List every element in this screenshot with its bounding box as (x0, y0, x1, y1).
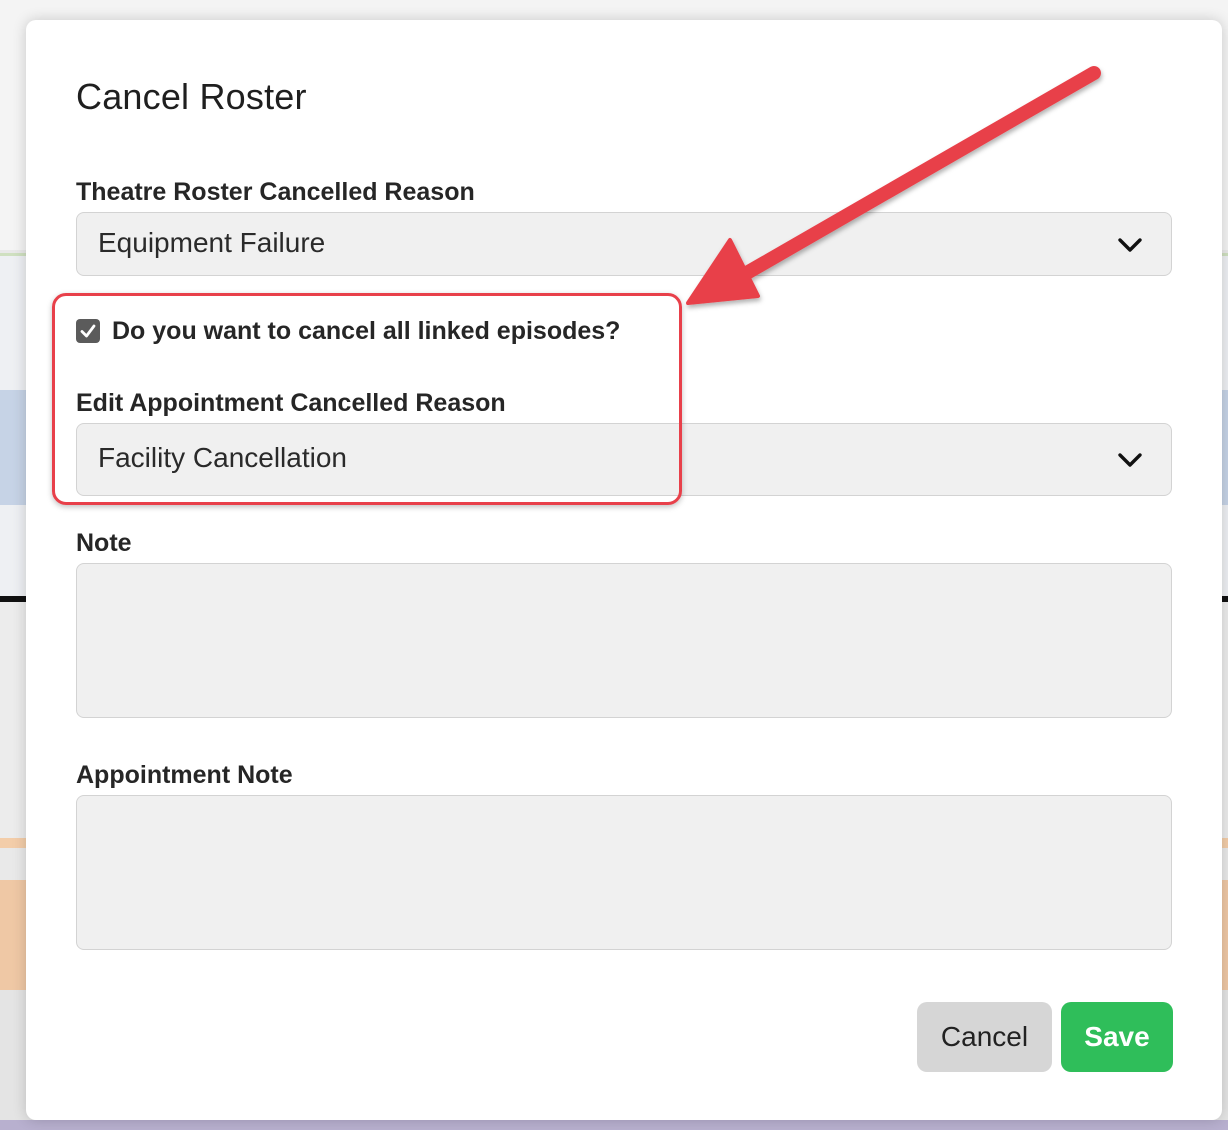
save-button[interactable]: Save (1061, 1002, 1173, 1072)
appointment-note-textarea[interactable] (76, 795, 1172, 950)
theatre-reason-label: Theatre Roster Cancelled Reason (76, 178, 475, 206)
note-label: Note (76, 529, 132, 557)
cancel-button[interactable]: Cancel (917, 1002, 1052, 1072)
theatre-reason-value: Equipment Failure (98, 227, 326, 258)
theatre-reason-select[interactable]: Equipment Failure (76, 212, 1172, 276)
appointment-note-label: Appointment Note (76, 761, 293, 789)
chevron-down-icon (1118, 453, 1142, 467)
chevron-down-icon (1118, 238, 1142, 252)
cancel-roster-dialog: Cancel Roster Theatre Roster Cancelled R… (26, 20, 1222, 1120)
background-row (0, 1120, 1228, 1130)
dialog-title: Cancel Roster (76, 76, 307, 117)
note-textarea[interactable] (76, 563, 1172, 718)
annotation-highlight-box (52, 293, 682, 505)
